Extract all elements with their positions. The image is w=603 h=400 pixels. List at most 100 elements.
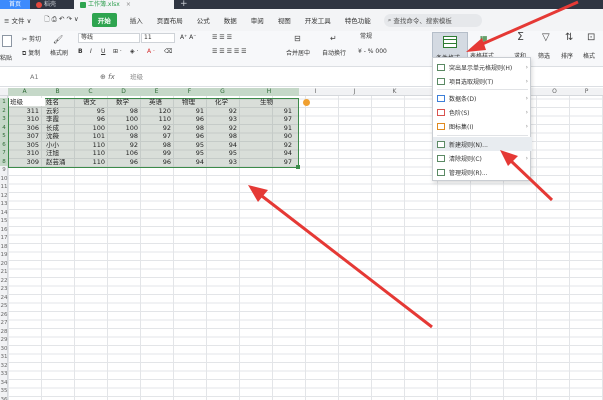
table-cell[interactable]: 96 xyxy=(75,115,105,124)
row-header[interactable]: 30 xyxy=(0,345,8,354)
col-header[interactable]: J xyxy=(338,88,371,96)
table-cell[interactable]: 97 xyxy=(262,158,292,167)
table-cell[interactable]: 98 xyxy=(108,107,138,116)
table-cell[interactable]: 110 xyxy=(75,149,105,158)
table-cell[interactable]: 100 xyxy=(108,115,138,124)
table-cell[interactable]: 94 xyxy=(207,141,237,150)
table-cell[interactable]: 92 xyxy=(207,107,237,116)
header-cell[interactable]: 语文 xyxy=(83,98,96,107)
table-cell[interactable]: 98 xyxy=(174,124,204,133)
menu-data[interactable]: 数据 xyxy=(217,15,244,25)
font-name-select[interactable]: 等线 xyxy=(78,33,140,43)
sum-icon[interactable]: Σ xyxy=(517,31,524,42)
row-header[interactable]: 20 xyxy=(0,260,8,269)
table-cell[interactable]: 长成 xyxy=(46,124,59,133)
row-header[interactable]: 16 xyxy=(0,226,8,235)
menu-insert[interactable]: 插入 xyxy=(123,15,150,25)
row-header[interactable]: 22 xyxy=(0,277,8,286)
header-cell[interactable]: 物理 xyxy=(182,98,195,107)
col-header[interactable]: F xyxy=(173,88,206,96)
fill-color-button[interactable]: ◈ · xyxy=(130,48,138,55)
border-button[interactable]: ⊞ · xyxy=(113,48,122,55)
table-cell[interactable]: 汪旭 xyxy=(46,149,59,158)
col-header[interactable]: H xyxy=(239,88,299,96)
row-header[interactable]: 26 xyxy=(0,311,8,320)
table-cell[interactable]: 306 xyxy=(9,124,39,133)
tab-workbook[interactable]: 工作簿.xlsx × xyxy=(74,0,174,9)
align-horizontal-buttons[interactable]: ☰ ☰ ☰ ☰ ☰ xyxy=(212,48,247,55)
col-header[interactable]: I xyxy=(299,88,332,96)
cut-button[interactable]: ✂ 剪切 xyxy=(22,34,41,43)
underline-button[interactable]: U xyxy=(101,48,105,55)
table-cell[interactable]: 106 xyxy=(108,149,138,158)
menu-item-clear-rules[interactable]: 清除规则(C) › xyxy=(433,151,532,165)
menu-formulas[interactable]: 公式 xyxy=(190,15,217,25)
row-header[interactable]: 23 xyxy=(0,285,8,294)
table-cell[interactable]: 97 xyxy=(262,115,292,124)
row-header[interactable]: 33 xyxy=(0,370,8,379)
row-header[interactable]: 24 xyxy=(0,294,8,303)
menu-page-layout[interactable]: 页面布局 xyxy=(150,15,190,25)
align-top-buttons[interactable]: ☰ ☰ ☰ xyxy=(212,34,232,41)
row-header[interactable]: 12 xyxy=(0,192,8,201)
font-color-button[interactable]: A · xyxy=(147,48,155,55)
table-cell[interactable]: 92 xyxy=(108,141,138,150)
row-header[interactable]: 1 xyxy=(0,98,8,107)
table-cell[interactable]: 92 xyxy=(262,141,292,150)
row-header[interactable]: 28 xyxy=(0,328,8,337)
row-header[interactable]: 3 xyxy=(0,115,8,124)
table-cell[interactable]: 91 xyxy=(262,107,292,116)
row-header[interactable]: 14 xyxy=(0,209,8,218)
italic-button[interactable]: I xyxy=(90,48,92,55)
table-cell[interactable]: 95 xyxy=(174,149,204,158)
formula-icons[interactable]: ⊕ fx xyxy=(100,70,115,84)
col-header[interactable]: A xyxy=(8,88,41,96)
table-cell[interactable]: 92 xyxy=(141,124,171,133)
wrap-icon[interactable]: ↵ xyxy=(330,35,337,43)
paste-icon[interactable] xyxy=(2,35,12,47)
row-header[interactable]: 9 xyxy=(0,166,8,175)
row-header[interactable]: 35 xyxy=(0,387,8,396)
tab-home[interactable]: 首页 xyxy=(0,0,30,9)
font-grow-shrink[interactable]: A⁺ A⁻ xyxy=(180,34,196,41)
row-header[interactable]: 25 xyxy=(0,302,8,311)
menu-item-highlight-rules[interactable]: 突出显示单元格规则(H) › xyxy=(433,60,532,74)
format-button[interactable]: 格式 xyxy=(583,51,595,60)
row-header[interactable]: 8 xyxy=(0,157,8,166)
table-cell[interactable]: 305 xyxy=(9,141,39,150)
col-header[interactable]: B xyxy=(41,88,74,96)
table-cell[interactable]: 120 xyxy=(141,107,171,116)
row-header[interactable]: 2 xyxy=(0,106,8,115)
table-cell[interactable]: 91 xyxy=(174,107,204,116)
format-painter-icon[interactable]: 🖌 xyxy=(53,36,63,44)
table-cell[interactable]: 95 xyxy=(174,141,204,150)
quick-access-icons[interactable]: 🗋 ⎙ ↶ ↷ ∨ xyxy=(37,15,85,26)
menu-start[interactable]: 开始 xyxy=(91,13,117,27)
row-header[interactable]: 5 xyxy=(0,132,8,141)
table-cell[interactable]: 100 xyxy=(108,124,138,133)
sort-icon[interactable]: ⇅ xyxy=(565,33,573,43)
row-header[interactable]: 13 xyxy=(0,200,8,209)
row-header[interactable]: 15 xyxy=(0,217,8,226)
tab-docer[interactable]: 稻壳 xyxy=(30,0,74,9)
menu-special[interactable]: 特色功能 xyxy=(338,15,378,25)
row-header[interactable]: 17 xyxy=(0,234,8,243)
format-painter-button[interactable]: 格式刷 xyxy=(50,48,68,57)
row-header[interactable]: 18 xyxy=(0,243,8,252)
table-cell[interactable]: 96 xyxy=(174,132,204,141)
font-size-select[interactable]: 11 xyxy=(141,33,175,43)
row-header[interactable]: 34 xyxy=(0,379,8,388)
header-cell[interactable]: 英语 xyxy=(149,98,162,107)
menu-item-icon-sets[interactable]: 图标集(I) › xyxy=(433,119,532,133)
fill-handle[interactable] xyxy=(296,165,300,169)
table-cell[interactable]: 110 xyxy=(75,158,105,167)
table-style-icon[interactable]: ▦ xyxy=(480,35,488,43)
menu-review[interactable]: 审阅 xyxy=(244,15,271,25)
table-cell[interactable]: 小小 xyxy=(46,141,59,150)
header-cell[interactable]: 班级 xyxy=(10,98,23,107)
filter-icon[interactable]: ▽ xyxy=(542,33,550,43)
filter-button[interactable]: 筛选 xyxy=(538,51,550,60)
table-cell[interactable]: 307 xyxy=(9,132,39,141)
table-cell[interactable]: 110 xyxy=(141,115,171,124)
row-header[interactable]: 21 xyxy=(0,268,8,277)
